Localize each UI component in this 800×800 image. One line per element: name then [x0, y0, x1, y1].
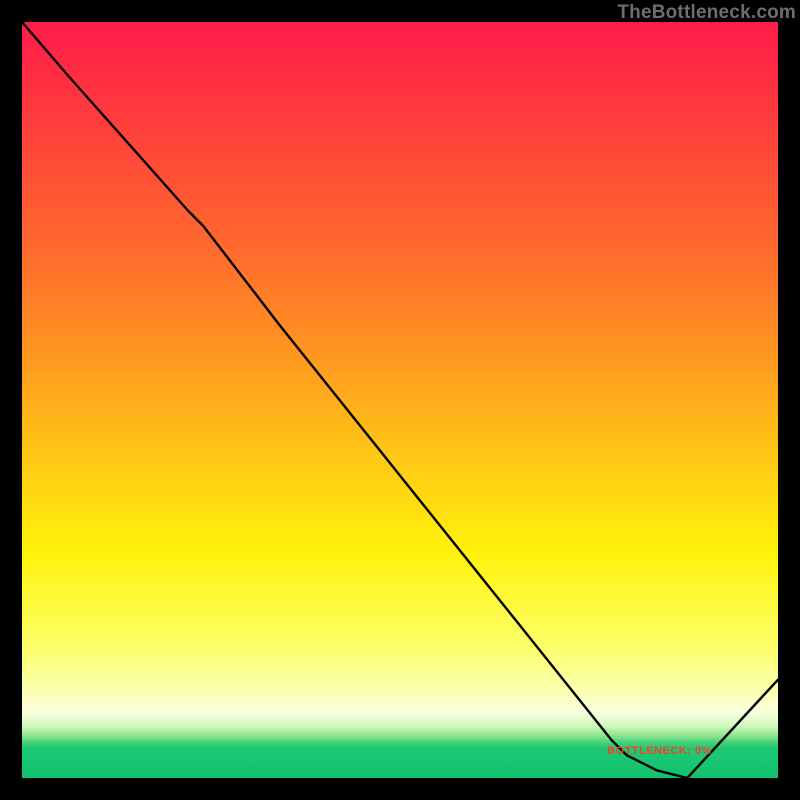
chart-gradient-background	[22, 22, 778, 778]
bottleneck-zero-label: BOTTLENECK: 0%	[607, 745, 712, 757]
watermark-text: TheBottleneck.com	[617, 2, 796, 24]
chart-frame: BOTTLENECK: 0%	[22, 22, 778, 778]
